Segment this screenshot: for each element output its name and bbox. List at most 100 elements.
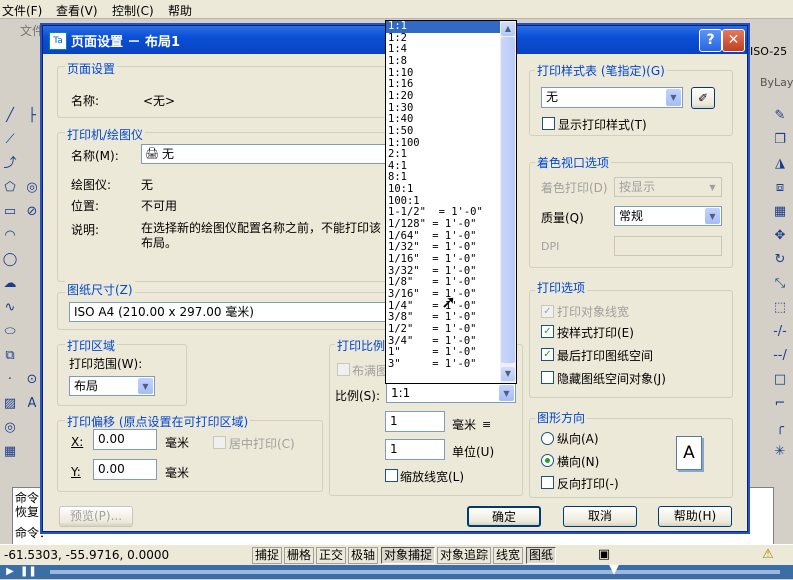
plot-with-styles-checkbox[interactable]: ✓ [541, 325, 554, 338]
dimstyle-box[interactable]: ISO-25 [750, 45, 787, 58]
scroll-down-icon[interactable]: ▼ [501, 367, 515, 381]
stretch-icon[interactable]: ⬚ [772, 300, 788, 316]
scale-option[interactable]: 1:1 [386, 21, 500, 33]
scale-option[interactable]: 1:8 [386, 55, 500, 68]
region-icon[interactable]: ◎ [2, 420, 18, 436]
ok-button[interactable]: 确定 [467, 506, 541, 527]
scale-option[interactable]: 1/16" = 1'-0" [386, 253, 500, 266]
scale-dropdown-list[interactable]: 1:1 1:2 1:4 1:8 1:10 1:16 1:20 1:30 1:40 1:50 1:10… [385, 20, 517, 384]
mirror-icon[interactable]: ◮ [772, 156, 788, 172]
scale-unit-input[interactable]: 1 [385, 439, 445, 460]
ortho-toggle[interactable]: 正交 [316, 547, 347, 564]
polyline-icon[interactable]: ⤴ [2, 156, 18, 172]
plot-paperspace-last-checkbox[interactable]: ✓ [541, 348, 554, 361]
move-icon[interactable]: ✥ [772, 228, 788, 244]
paper-size-select[interactable]: ISO A4 (210.00 x 297.00 毫米) [69, 302, 387, 322]
list-scrollbar[interactable]: ▲ ▼ [500, 21, 516, 383]
paper-toggle[interactable]: 图纸 [526, 547, 557, 564]
warning-icon[interactable]: ⚠ [760, 547, 776, 563]
tab-file[interactable]: 文件 [20, 22, 44, 39]
xline-icon[interactable]: ⟋ [2, 132, 18, 148]
offset-icon[interactable]: ⧈ [772, 180, 788, 196]
dpi-input[interactable] [614, 236, 722, 256]
menu-help[interactable]: 帮助 [168, 2, 192, 19]
print-range-select[interactable]: 布局 ▼ [69, 376, 155, 396]
snap-toggle[interactable]: 捕捉 [252, 547, 283, 564]
snap-icon[interactable]: ◎ [24, 180, 40, 196]
viewport-icon[interactable]: ▣ [596, 547, 612, 563]
edit-plot-style-button[interactable]: ✐ [691, 87, 715, 109]
center-plot-checkbox[interactable] [213, 436, 226, 449]
scale-lineweight-checkbox[interactable] [385, 469, 398, 482]
snap-center-icon[interactable]: ⊙ [24, 372, 40, 388]
cancel-button[interactable]: 取消 [563, 506, 637, 527]
rectangle-icon[interactable]: ▭ [2, 204, 18, 220]
scroll-thumb[interactable] [501, 37, 515, 363]
printer-name-select[interactable]: 🖨 无 [141, 144, 387, 164]
table-icon[interactable]: ▦ [2, 444, 18, 460]
grid-toggle[interactable]: 栅格 [284, 547, 315, 564]
array-icon[interactable]: ▦ [772, 204, 788, 220]
polar-toggle[interactable]: 极轴 [348, 547, 379, 564]
plot-style-select[interactable]: 无 ▼ [541, 87, 683, 108]
fillet-icon[interactable]: ╭ [772, 420, 788, 436]
ellipse-icon[interactable]: ⬭ [2, 324, 18, 340]
plot-lineweights-checkbox[interactable]: ✓ [541, 305, 554, 318]
insert-block-icon[interactable]: ⧉ [2, 348, 18, 364]
portrait-radio[interactable] [541, 432, 554, 445]
erase-icon[interactable]: ✎ [772, 108, 788, 124]
extend-icon[interactable]: --/ [772, 348, 788, 364]
line-icon[interactable]: ╱ [2, 108, 18, 124]
hide-paperspace-checkbox[interactable] [541, 371, 554, 384]
spline-icon[interactable]: ∿ [2, 300, 18, 316]
chamfer-icon[interactable]: ⌐ [772, 396, 788, 412]
text-icon[interactable]: A [24, 396, 40, 412]
trim-icon[interactable]: -/- [772, 324, 788, 340]
circle-icon[interactable]: ◯ [2, 252, 18, 268]
progress-thumb[interactable]: ▼ [606, 562, 622, 578]
polygon-icon[interactable]: ⬠ [2, 180, 18, 196]
offset-y-input[interactable]: 0.00 [93, 459, 157, 480]
otrack-toggle[interactable]: 对象追踪 [437, 547, 492, 564]
play-icon[interactable]: ▶ [2, 564, 18, 580]
menu-control[interactable]: 控制(C) [112, 2, 154, 19]
break-icon[interactable]: □ [772, 372, 788, 388]
scale-option[interactable]: 1:20 [386, 90, 500, 103]
close-button[interactable]: ✕ [722, 29, 745, 52]
arc-icon[interactable]: ◠ [2, 228, 18, 244]
help-title-button[interactable]: ? [699, 29, 722, 52]
lineweight-toggle[interactable]: 线宽 [493, 547, 524, 564]
scale-ratio-select[interactable]: 1:1 ▼ [386, 383, 516, 403]
cloud-icon[interactable]: ☁ [2, 276, 18, 292]
display-plot-styles-checkbox[interactable] [542, 117, 555, 130]
quality-select[interactable]: 常规 ▼ [614, 206, 722, 226]
scale-option[interactable]: 10:1 [386, 183, 500, 196]
hatch-icon[interactable]: ▨ [2, 396, 18, 412]
progress-track[interactable] [50, 570, 780, 574]
help-button[interactable]: 帮助(H) [658, 506, 732, 527]
point-icon[interactable]: · [2, 372, 18, 388]
scale-option[interactable]: 1/2" = 1'-0" [386, 323, 500, 336]
scale-option[interactable]: 1/128" = 1'-0" [386, 218, 500, 231]
no-snap-icon[interactable]: ⊘ [24, 204, 40, 220]
scale-mm-input[interactable]: 1 [385, 411, 445, 432]
scroll-up-icon[interactable]: ▲ [501, 22, 515, 36]
pause-icon[interactable]: ❚❚ [20, 564, 37, 580]
shade-plot-select[interactable]: 按显示 ▼ [614, 177, 722, 197]
bylayer-box[interactable]: ByLay [760, 76, 793, 89]
scale-option[interactable]: 1:50 [386, 125, 500, 138]
osnap-toggle[interactable]: 对象捕捉 [381, 547, 436, 564]
menu-view[interactable]: 查看(V) [56, 2, 98, 19]
explode-icon[interactable]: ✳ [772, 444, 788, 460]
preview-button[interactable]: 预览(P)... [59, 506, 133, 527]
dim-linear-icon[interactable]: ├ [24, 108, 40, 124]
rotate-icon[interactable]: ↻ [772, 252, 788, 268]
reverse-plot-checkbox[interactable] [541, 476, 554, 489]
menu-file[interactable]: 文件(F) [2, 2, 42, 19]
copy-icon[interactable]: ❐ [772, 132, 788, 148]
offset-x-input[interactable]: 0.00 [93, 429, 157, 450]
landscape-radio[interactable] [541, 454, 554, 467]
scale-icon[interactable]: ⤡ [772, 276, 788, 292]
fit-to-paper-checkbox[interactable] [337, 363, 350, 376]
scale-option[interactable]: 3" = 1'-0" [386, 358, 500, 371]
